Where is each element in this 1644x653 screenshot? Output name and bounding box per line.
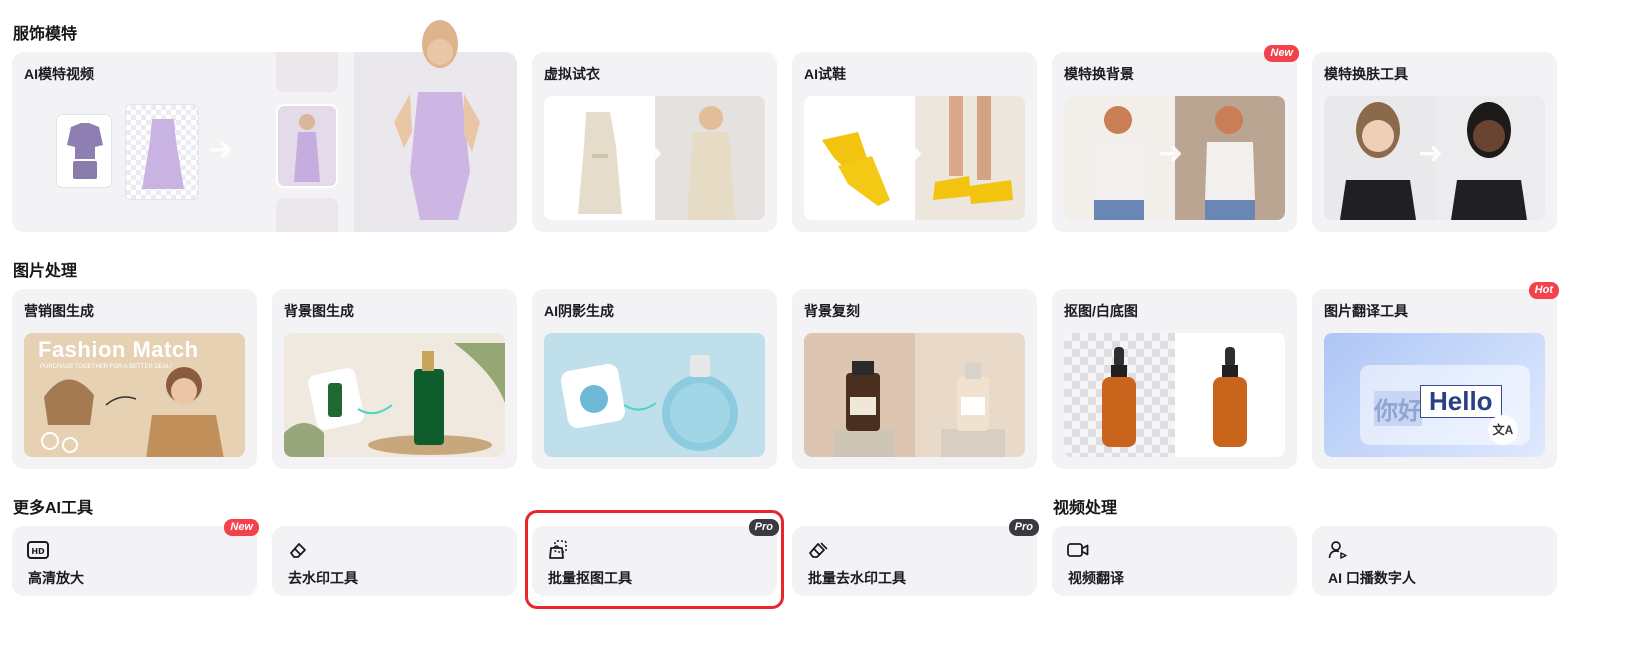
svg-text:HD: HD	[31, 547, 45, 556]
try-on-thumbnail: ➜	[544, 96, 765, 220]
card-image-translation[interactable]: Hot 图片翻译工具 你好 Hello 文A	[1312, 282, 1559, 469]
marketing-thumbnail: Fashion Match PURCHASE TOGETHER FOR A BE…	[24, 333, 245, 457]
arrow-icon: ➜	[638, 137, 664, 170]
card-label: 背景图生成	[284, 303, 354, 319]
tool-batch-cutout[interactable]: Pro 批量抠图工具	[532, 519, 779, 596]
skin-swap-thumbnail: ➜	[1324, 96, 1545, 220]
translated-text: Hello	[1420, 385, 1502, 418]
tool-ai-digital-human[interactable]: AI 口播数字人	[1312, 526, 1557, 596]
card-ai-shadow[interactable]: AI阴影生成	[532, 289, 777, 469]
card-label: 背景复刻	[804, 303, 860, 319]
tool-watermark-remove[interactable]: 去水印工具	[272, 526, 517, 596]
shoe-thumbnail: ➜	[804, 96, 1025, 220]
card-cutout-white-bg[interactable]: 抠图/白底图	[1052, 289, 1297, 469]
tool-batch-watermark-remove[interactable]: Pro 批量去水印工具	[792, 519, 1039, 596]
card-background-replicate[interactable]: 背景复刻	[792, 289, 1037, 469]
card-label: 虚拟试衣	[544, 66, 600, 82]
tool-label: 批量去水印工具	[808, 570, 906, 586]
section-title-fashion: 服饰模特	[12, 20, 79, 44]
avatar-speaker-icon	[1326, 539, 1350, 561]
card-label: AI试鞋	[804, 66, 846, 82]
translation-thumbnail: 你好 Hello 文A	[1324, 333, 1545, 457]
video-frame-strip	[274, 52, 340, 232]
cutout-thumbnail	[1064, 333, 1285, 457]
tool-label: 去水印工具	[288, 570, 358, 586]
translate-icon: 文A	[1488, 415, 1518, 445]
card-model-background-swap[interactable]: New 模特换背景 ➜	[1052, 45, 1299, 232]
shadow-thumbnail	[544, 333, 765, 457]
section-title-more-ai: 更多AI工具	[12, 494, 95, 518]
card-ai-shoe-try-on[interactable]: AI试鞋 ➜	[792, 52, 1037, 232]
pro-badge: Pro	[748, 519, 779, 536]
section-title-image: 图片处理	[12, 257, 79, 281]
new-badge: New	[224, 519, 259, 536]
hd-icon: HD	[26, 539, 50, 561]
tool-video-translation[interactable]: 视频翻译	[1052, 526, 1297, 596]
background-swap-thumbnail: ➜	[1064, 96, 1285, 220]
tool-label: AI 口播数字人	[1328, 570, 1416, 586]
card-virtual-try-on[interactable]: 虚拟试衣 ➜	[532, 52, 777, 232]
card-marketing-image[interactable]: 营销图生成 Fashion Match PURCHASE TOGETHER FO…	[12, 289, 257, 469]
tool-hd-upscale[interactable]: New HD 高清放大	[12, 519, 259, 596]
arrow-icon: ➜	[1158, 137, 1184, 170]
hot-badge: Hot	[1528, 282, 1559, 299]
replicate-thumbnail	[804, 333, 1025, 457]
batch-eraser-icon	[806, 539, 830, 561]
background-gen-thumbnail	[284, 333, 505, 457]
card-model-skin-swap[interactable]: 模特换肤工具 ➜	[1312, 52, 1557, 232]
card-label: 图片翻译工具	[1324, 303, 1408, 319]
arrow-icon: ➜	[1418, 137, 1444, 170]
eraser-icon	[286, 539, 310, 561]
new-badge: New	[1264, 45, 1299, 62]
card-label: AI阴影生成	[544, 303, 614, 319]
batch-cutout-icon	[546, 539, 570, 561]
card-label: 模特换肤工具	[1324, 66, 1408, 82]
card-label: 模特换背景	[1064, 66, 1134, 82]
card-label: AI模特视频	[24, 66, 94, 82]
pro-badge: Pro	[1008, 519, 1039, 536]
video-camera-icon	[1066, 539, 1090, 561]
tool-label: 视频翻译	[1068, 570, 1124, 586]
model-photo	[354, 20, 517, 232]
tool-label: 批量抠图工具	[548, 570, 632, 586]
section-title-video: 视频处理	[1052, 494, 1119, 518]
arrow-icon: ➜	[208, 133, 234, 166]
outfit-top-image	[56, 114, 112, 188]
tool-label: 高清放大	[28, 570, 84, 586]
card-label: 抠图/白底图	[1064, 303, 1138, 319]
dress-cutout-image	[125, 104, 199, 200]
source-text: 你好	[1374, 391, 1422, 426]
card-label: 营销图生成	[24, 303, 94, 319]
card-background-generation[interactable]: 背景图生成	[272, 289, 517, 469]
card-ai-model-video[interactable]: AI模特视频 ➜	[12, 20, 517, 232]
arrow-icon: ➜	[898, 137, 924, 170]
